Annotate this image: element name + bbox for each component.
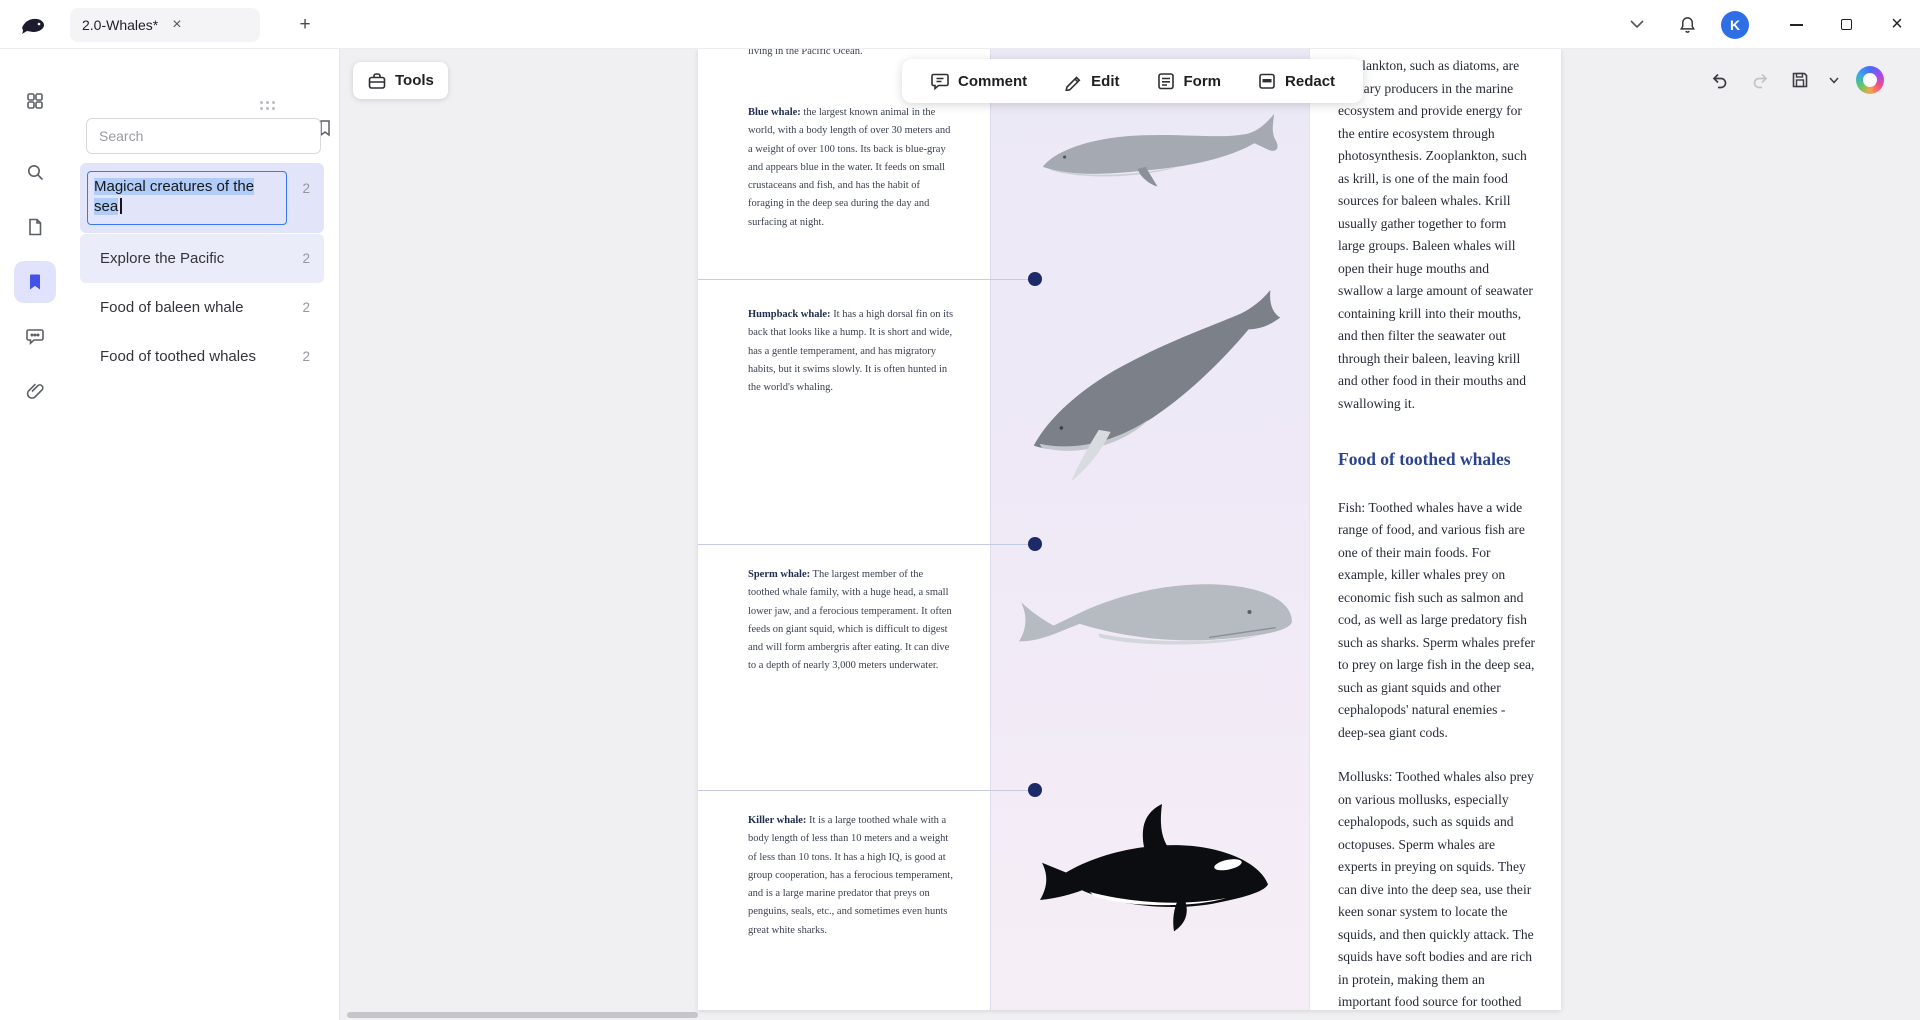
avatar-initial: K (1721, 11, 1749, 39)
save-icon[interactable] (1788, 68, 1812, 92)
edit-button[interactable]: Edit (1045, 59, 1137, 103)
timeline-divider (698, 279, 1035, 280)
window-minimize-button[interactable] (1780, 0, 1812, 49)
bookmark-item[interactable]: Explore the Pacific 2 (80, 234, 324, 283)
bookmark-item-editing[interactable]: Magical creatures of the sea 2 (80, 163, 324, 233)
timeline-divider (698, 544, 1035, 545)
document-action-icons (1708, 63, 1884, 97)
sperm-whale-image (1007, 561, 1300, 708)
selected-text: Magical creatures of the sea (94, 178, 254, 215)
pdf-page: living in the Pacific Ocean. Blue whale:… (698, 49, 1561, 1010)
bookmarks-panel-icon[interactable] (14, 261, 56, 303)
redact-button[interactable]: Redact (1239, 59, 1353, 103)
right-text-column: ytoplankton, such as diatoms, are primar… (1338, 55, 1536, 1010)
panel-drag-handle[interactable] (260, 101, 278, 113)
window-maximize-button[interactable] (1830, 0, 1862, 49)
new-tab-button[interactable]: + (292, 12, 318, 38)
blue-whale-entry: Blue whale: the largest known animal in … (748, 104, 954, 232)
tab-title: 2.0-Whales* (82, 17, 158, 33)
form-button[interactable]: Form (1138, 59, 1240, 103)
killer-whale-entry: Killer whale: It is a large toothed whal… (748, 812, 954, 940)
intro-text-fragment: living in the Pacific Ocean. (748, 49, 978, 57)
timeline-dot (1028, 272, 1042, 286)
app-home-logo-icon[interactable] (18, 10, 48, 40)
sperm-whale-entry: Sperm whale: The largest member of the t… (748, 566, 954, 676)
mollusks-paragraph: Mollusks: Toothed whales also prey on va… (1338, 766, 1536, 1010)
bookmarks-search-input[interactable] (86, 118, 321, 154)
humpback-whale-image (1016, 288, 1292, 490)
left-icon-rail (0, 49, 70, 1020)
timeline-dot (1028, 783, 1042, 797)
tools-button[interactable]: Tools (353, 62, 448, 99)
titlebar-chevron-down-icon[interactable] (1622, 0, 1652, 49)
document-tab[interactable]: 2.0-Whales* × (70, 8, 260, 42)
toolbox-icon (367, 71, 387, 91)
search-icon[interactable] (14, 151, 56, 193)
killer-whale-image (1016, 802, 1286, 949)
notifications-bell-icon[interactable] (1672, 0, 1702, 49)
user-avatar[interactable]: K (1720, 0, 1750, 49)
ai-assistant-icon[interactable] (1856, 66, 1884, 94)
timeline-divider (698, 790, 1035, 791)
save-options-chevron-icon[interactable] (1828, 68, 1840, 92)
bookmark-page-count: 2 (302, 349, 310, 364)
redo-icon[interactable] (1748, 68, 1772, 92)
bookmark-item[interactable]: Food of toothed whales 2 (80, 332, 324, 381)
comment-button[interactable]: Comment (912, 59, 1045, 103)
bookmark-rename-textbox[interactable]: Magical creatures of the sea (87, 171, 287, 225)
text-caret (120, 198, 122, 214)
undo-icon[interactable] (1708, 68, 1732, 92)
bookmarks-panel: Bookmarks Magical creatures of the sea 2… (70, 49, 340, 1020)
titlebar: 2.0-Whales* × + K × (0, 0, 1920, 49)
baleen-food-paragraph: ytoplankton, such as diatoms, are primar… (1338, 55, 1536, 415)
redact-icon (1257, 71, 1277, 91)
form-icon (1156, 71, 1176, 91)
horizontal-scrollbar-thumb[interactable] (347, 1012, 698, 1018)
blue-whale-image (1029, 104, 1286, 214)
window-close-button[interactable]: × (1880, 0, 1914, 49)
bookmark-page-count: 2 (302, 181, 310, 196)
bookmark-page-count: 2 (302, 251, 310, 266)
floating-toolbar: Comment Edit Form Redact (902, 59, 1363, 103)
apps-grid-icon[interactable] (14, 80, 56, 122)
bookmark-page-count: 2 (302, 300, 310, 315)
toothed-whales-heading: Food of toothed whales (1338, 448, 1536, 471)
attachments-paperclip-icon[interactable] (14, 370, 56, 412)
timeline-dot (1028, 537, 1042, 551)
bookmark-item[interactable]: Food of baleen whale 2 (80, 283, 324, 332)
tab-close-icon[interactable]: × (172, 17, 181, 33)
comments-panel-icon[interactable] (14, 315, 56, 357)
humpback-whale-entry: Humpback whale: It has a high dorsal fin… (748, 306, 954, 397)
comment-icon (930, 71, 950, 91)
fish-paragraph: Fish: Toothed whales have a wide range o… (1338, 497, 1536, 745)
edit-pen-icon (1063, 71, 1083, 91)
page-thumbnails-icon[interactable] (14, 206, 56, 248)
